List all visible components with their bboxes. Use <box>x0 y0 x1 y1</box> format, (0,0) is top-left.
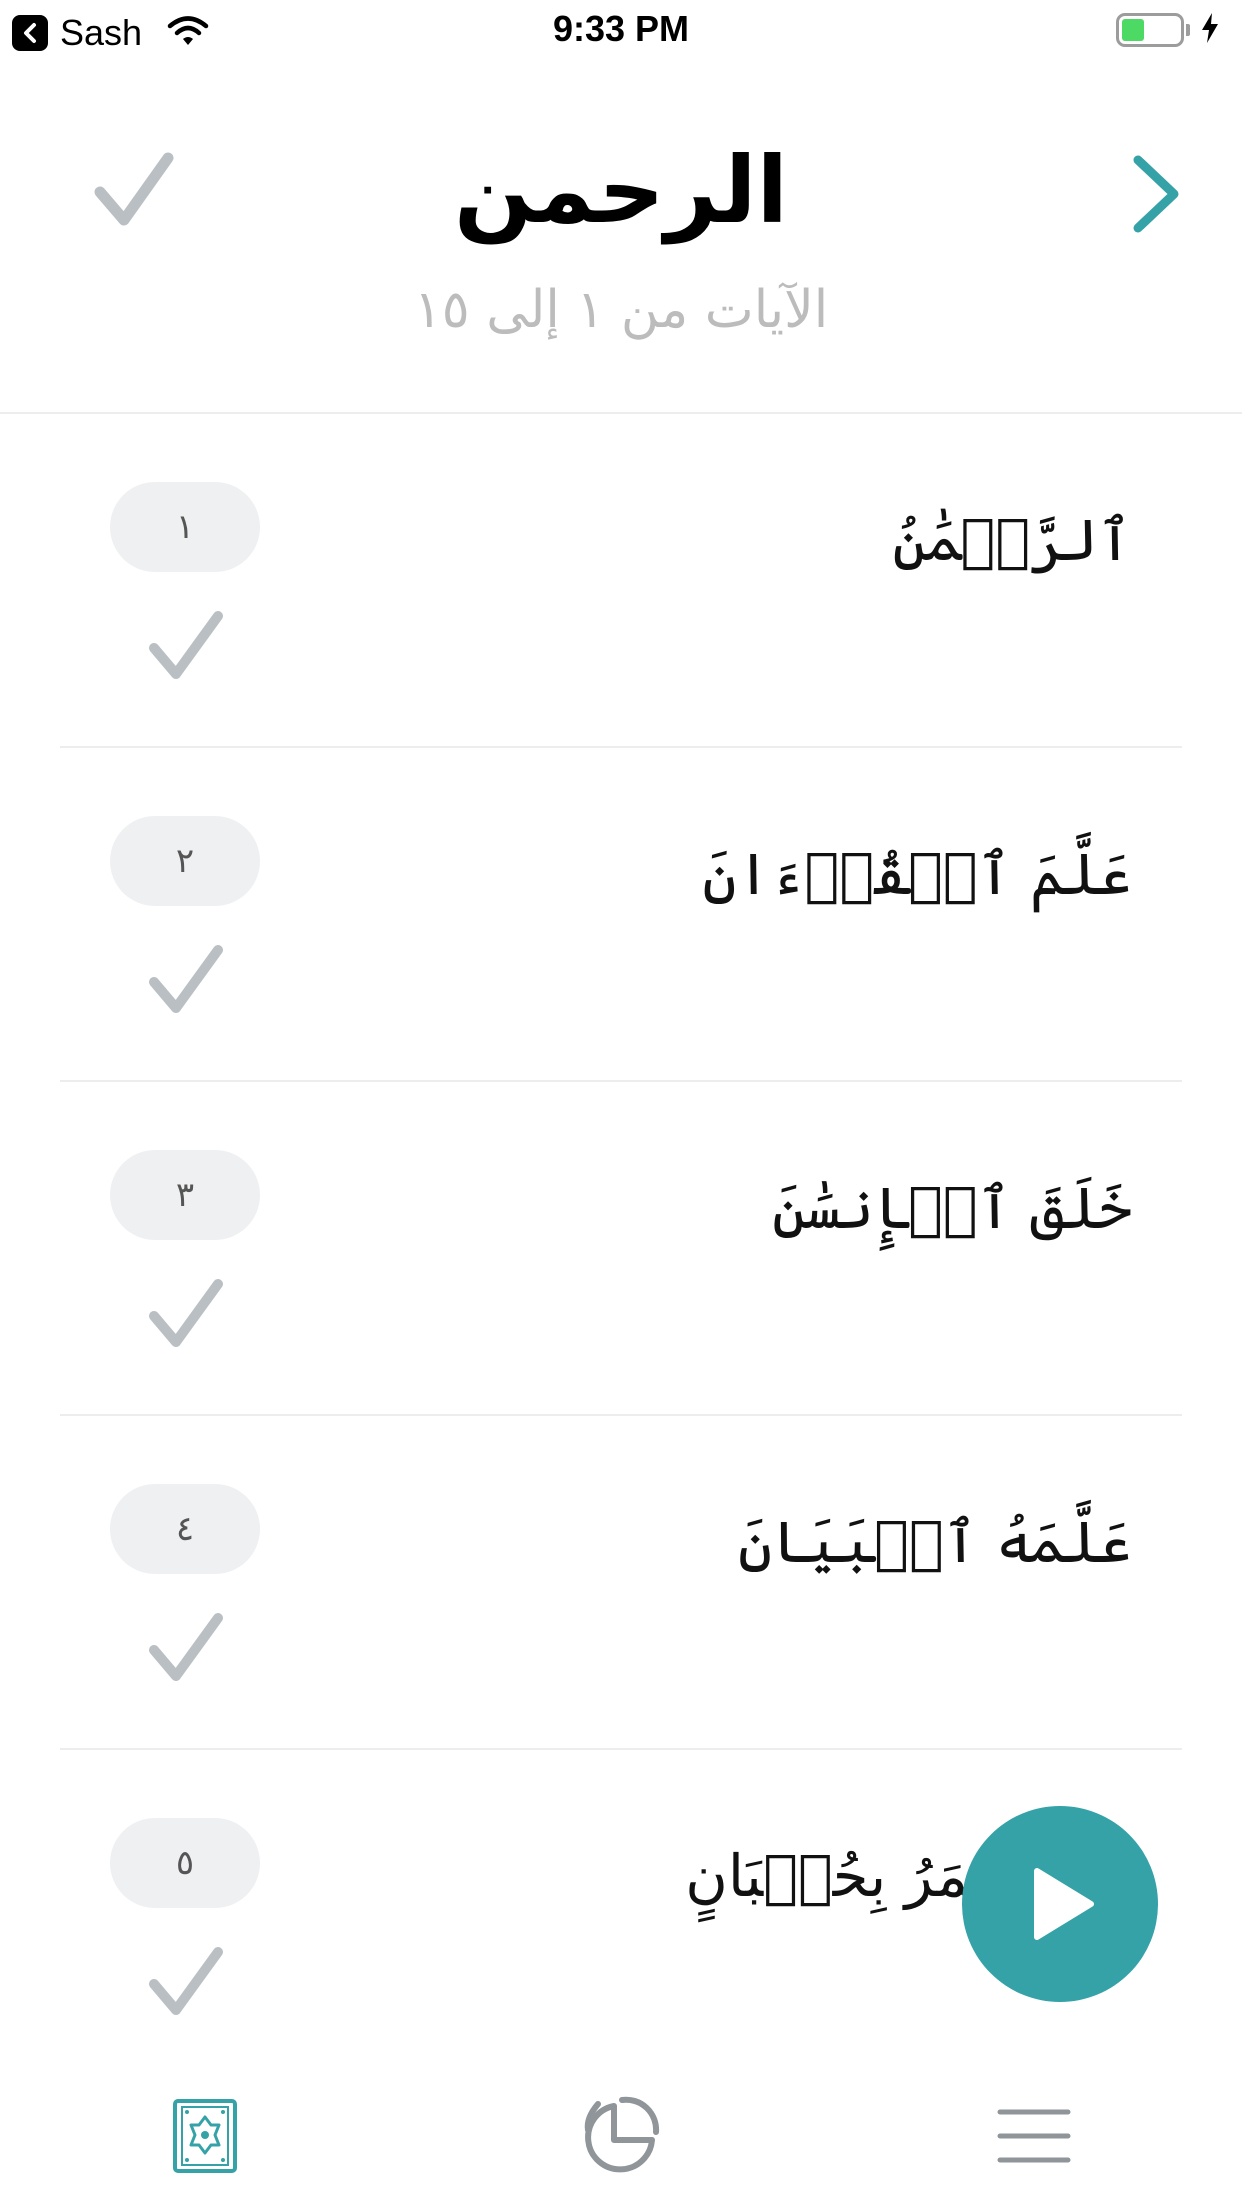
checkmark-icon[interactable] <box>148 942 224 1018</box>
battery-indicator <box>1116 12 1220 48</box>
verse-text: خَلَقَ ٱلۡإِنسَٰنَ <box>772 1174 1132 1242</box>
charging-bolt-icon <box>1200 12 1220 48</box>
verse-number-badge: ٣ <box>110 1150 260 1240</box>
checkmark-icon[interactable] <box>148 608 224 684</box>
tab-quran[interactable] <box>166 2096 246 2176</box>
verse-text: عَلَّمَهُ ٱلۡبَيَانَ <box>738 1508 1132 1576</box>
play-button[interactable] <box>962 1806 1158 2002</box>
verse-number-badge: ١ <box>110 482 260 572</box>
battery-fill <box>1122 19 1144 41</box>
verse-row[interactable]: ٣ خَلَقَ ٱلۡإِنسَٰنَ <box>60 1082 1182 1416</box>
checkmark-icon[interactable] <box>148 1944 224 2020</box>
verse-number-badge: ٤ <box>110 1484 260 1574</box>
verse-number-badge: ٥ <box>110 1818 260 1908</box>
play-icon <box>1034 1868 1094 1940</box>
verse-row[interactable]: ١ ٱلرَّحۡمَٰنُ <box>60 414 1182 748</box>
verse-row[interactable]: ٢ عَلَّمَ ٱلۡقُرۡءَانَ <box>60 748 1182 1082</box>
status-bar: Sash 9:33 PM <box>0 0 1242 62</box>
pie-chart-icon <box>584 2096 660 2173</box>
verse-range-subtitle: الآيات من ١ إلى ١٥ <box>413 280 829 340</box>
surah-screen: Sash 9:33 PM الرحمن الآيات من ١ إلى ١٥ ١… <box>0 0 1242 2208</box>
surah-header: الرحمن الآيات من ١ إلى ١٥ <box>0 62 1242 414</box>
surah-title: الرحمن <box>453 137 789 244</box>
checkmark-icon[interactable] <box>148 1610 224 1686</box>
chevron-right-icon[interactable] <box>1126 154 1186 234</box>
tab-menu[interactable] <box>994 2096 1074 2176</box>
quran-book-icon <box>173 2099 237 2173</box>
verse-text: عَلَّمَ ٱلۡقُرۡءَانَ <box>702 840 1132 908</box>
menu-icon <box>997 2109 1071 2163</box>
tab-stats[interactable] <box>580 2096 660 2176</box>
checkmark-icon[interactable] <box>148 1276 224 1352</box>
status-time: 9:33 PM <box>552 8 690 49</box>
verse-row[interactable]: ٤ عَلَّمَهُ ٱلۡبَيَانَ <box>60 1416 1182 1750</box>
battery-icon <box>1116 13 1184 47</box>
tab-bar <box>0 2054 1242 2208</box>
verse-number-badge: ٢ <box>110 816 260 906</box>
verse-text: ٱلرَّحۡمَٰنُ <box>892 506 1132 574</box>
battery-tip <box>1186 24 1190 36</box>
